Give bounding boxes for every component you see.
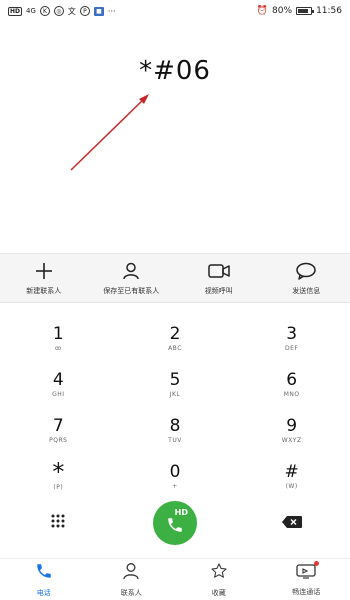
save-to-existing-action[interactable]: 保存至已有联系人 <box>88 262 175 296</box>
battery-percent: 80% <box>272 6 293 16</box>
person-icon <box>122 262 140 280</box>
clock: 11:56 <box>316 6 342 16</box>
video-icon <box>208 262 230 280</box>
notification-blue-icon: ■ <box>93 6 104 16</box>
video-call-action[interactable]: 视频呼叫 <box>175 262 262 296</box>
hd-call-badge: HD <box>174 508 188 517</box>
tab-contacts-label: 联系人 <box>120 588 142 597</box>
key-digit: 4 <box>52 369 64 390</box>
tab-favorites[interactable]: 收藏 <box>175 559 263 600</box>
key-letters: TUV <box>168 436 182 444</box>
key-digit: 9 <box>286 415 298 436</box>
key-digit: 6 <box>286 369 298 390</box>
key-letters: WXYZ <box>281 436 302 444</box>
network-type: 4G <box>26 6 36 15</box>
notification-dot <box>314 560 320 566</box>
new-contact-action[interactable]: 新建联系人 <box>0 262 87 296</box>
dial-keypad: 1ꝏ 2 ABC 3 DEF 4 GHI 5 JKL 6 MNO 7 PQRS 8 TUV 9… <box>0 318 350 496</box>
notification-k-icon: K <box>39 6 50 16</box>
star-icon <box>210 562 228 584</box>
tab-phone-label: 电话 <box>36 588 51 597</box>
phone-icon <box>166 516 184 538</box>
save-to-existing-label: 保存至已有联系人 <box>103 287 160 295</box>
key-letters: GHI <box>52 390 65 398</box>
contacts-icon <box>122 562 140 584</box>
phone-icon <box>35 562 53 584</box>
key-3[interactable]: 3 DEF <box>233 318 350 358</box>
annotation-arrow <box>70 94 149 171</box>
status-right: ⏰ 80% 11:56 <box>257 6 342 16</box>
notification-wen-icon: 文 <box>67 6 76 16</box>
tab-meetime-label: 畅连通话 <box>292 587 321 596</box>
key-digit: 7 <box>52 415 64 436</box>
more-notifications-icon: ··· <box>107 6 116 16</box>
dialer-bottom-row: HD <box>0 500 350 546</box>
notification-app-icon: ◎ <box>53 6 64 16</box>
key-letters: MNO <box>283 390 300 398</box>
key-digit: * <box>52 457 65 486</box>
key-2[interactable]: 2 ABC <box>117 318 234 358</box>
key-letters: ABC <box>168 344 182 352</box>
key-digit: 0 <box>169 461 181 482</box>
send-message-action[interactable]: 发送信息 <box>263 262 350 296</box>
battery-icon <box>296 7 315 15</box>
message-icon <box>296 262 316 280</box>
key-6[interactable]: 6 MNO <box>233 364 350 404</box>
notification-p-icon: P <box>79 6 90 16</box>
tab-favorites-label: 收藏 <box>211 588 226 597</box>
key-letters: (W) <box>285 482 298 490</box>
key-hash[interactable]: # (W) <box>233 456 350 496</box>
tab-phone[interactable]: 电话 <box>0 559 88 600</box>
key-1[interactable]: 1ꝏ <box>0 318 117 358</box>
key-letters: (P) <box>53 483 64 491</box>
bottom-tab-bar: 电话 联系人 收藏 畅连通话 <box>0 558 350 600</box>
key-digit: 1 <box>52 323 64 344</box>
tab-contacts[interactable]: 联系人 <box>88 559 176 600</box>
smart-screen-icon <box>296 560 320 583</box>
key-letters: + <box>172 482 178 490</box>
key-5[interactable]: 5 JKL <box>117 364 234 404</box>
backspace-icon[interactable] <box>281 514 303 533</box>
action-row: 新建联系人 保存至已有联系人 视频呼叫 发送信息 <box>0 253 350 303</box>
send-message-label: 发送信息 <box>292 287 321 295</box>
call-button[interactable]: HD <box>152 501 197 545</box>
key-0[interactable]: 0 + <box>117 456 234 496</box>
key-digit: 2 <box>169 323 181 344</box>
key-digit: 3 <box>286 323 298 344</box>
tab-meetime[interactable]: 畅连通话 <box>263 559 350 600</box>
key-9[interactable]: 9 WXYZ <box>233 410 350 450</box>
voicemail-icon: ꝏ <box>55 344 62 352</box>
alarm-icon: ⏰ <box>256 6 269 16</box>
new-contact-label: 新建联系人 <box>26 287 62 295</box>
hd-badge: HD <box>8 6 23 16</box>
key-letters: PQRS <box>49 436 68 444</box>
key-4[interactable]: 4 GHI <box>0 364 117 404</box>
dialpad-toggle-icon[interactable] <box>50 513 66 533</box>
plus-icon <box>35 262 53 280</box>
key-letters: JKL <box>169 390 181 398</box>
status-bar: HD 4G K ◎ 文 P ■ ··· ⏰ 80% 11:56 <box>0 0 350 22</box>
dial-number-display[interactable]: *#06 <box>0 56 350 86</box>
key-digit: 5 <box>169 369 181 390</box>
key-star[interactable]: * (P) <box>0 456 117 496</box>
key-digit: 8 <box>169 415 181 436</box>
key-digit: # <box>284 461 299 482</box>
status-left: HD 4G K ◎ 文 P ■ ··· <box>8 6 116 17</box>
key-7[interactable]: 7 PQRS <box>0 410 117 450</box>
key-letters: DEF <box>284 344 299 352</box>
key-8[interactable]: 8 TUV <box>117 410 234 450</box>
video-call-label: 视频呼叫 <box>204 287 233 295</box>
